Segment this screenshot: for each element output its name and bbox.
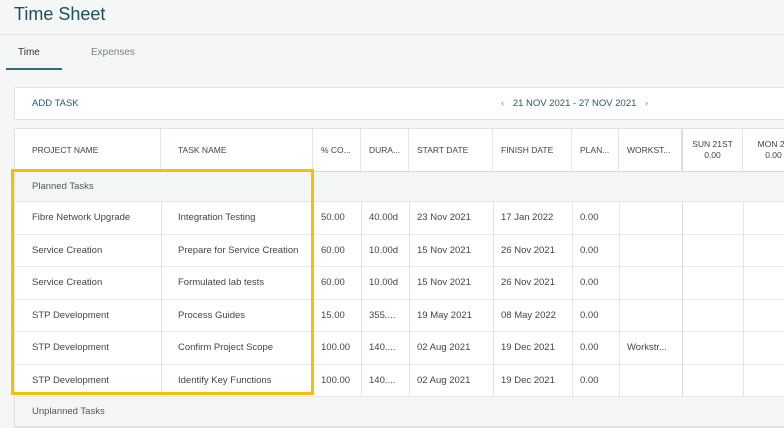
cell-duration: 40.00d: [369, 212, 399, 224]
table-row[interactable]: STP Development Identify Key Functions 1…: [15, 365, 784, 397]
cell-workstream: [619, 365, 627, 397]
cell-finish: 19 Dec 2021: [501, 342, 555, 354]
tab-bar: Time Expenses: [0, 34, 784, 70]
active-tab-indicator: [6, 68, 62, 70]
cell-finish: 08 May 2022: [501, 309, 556, 321]
column-divider: [493, 202, 494, 397]
cell-task: Integration Testing: [178, 212, 256, 224]
cell-project: STP Development: [32, 374, 109, 386]
page-title: Time Sheet: [14, 4, 106, 24]
toolbar: ADD TASK ‹ 21 NOV 2021 - 27 NOV 2021 ›: [14, 87, 784, 120]
cell-duration: 355....: [369, 309, 396, 321]
group-row-planned[interactable]: Planned Tasks: [15, 172, 784, 202]
cell-percent: 60.00: [321, 244, 345, 256]
monday-total: 0.00: [765, 150, 782, 160]
monday-label: MON 22: [757, 139, 784, 149]
cell-workstream: [619, 235, 627, 267]
cell-duration: 140....: [369, 342, 396, 354]
cell-duration: 140....: [369, 374, 396, 386]
cell-start: 02 Aug 2021: [417, 374, 471, 386]
cell-start: 15 Nov 2021: [417, 244, 471, 256]
column-divider: [313, 202, 314, 397]
column-header-start-date[interactable]: START DATE: [409, 129, 493, 171]
column-divider: [682, 202, 683, 397]
cell-planned: 0.00: [580, 342, 599, 354]
column-divider: [619, 202, 620, 397]
cell-finish: 19 Dec 2021: [501, 374, 555, 386]
cell-percent: 15.00: [321, 309, 345, 321]
cell-project: Service Creation: [32, 244, 103, 256]
cell-project: Service Creation: [32, 277, 103, 289]
column-header-percent-complete[interactable]: % CO...: [313, 129, 361, 171]
column-header-sunday[interactable]: SUN 21ST 0.00: [682, 129, 743, 171]
date-range-label[interactable]: 21 NOV 2021 - 27 NOV 2021: [513, 98, 637, 109]
chevron-left-icon[interactable]: ‹: [495, 98, 510, 109]
cell-task: Process Guides: [178, 309, 246, 321]
tab-time[interactable]: Time: [18, 35, 40, 70]
table-row[interactable]: STP Development Confirm Project Scope 10…: [15, 332, 784, 365]
column-divider: [409, 202, 410, 397]
table-row[interactable]: Service Creation Prepare for Service Cre…: [15, 235, 784, 267]
timesheet-grid: PROJECT NAME TASK NAME % CO... DURA... S…: [14, 128, 784, 428]
chevron-right-icon[interactable]: ›: [639, 98, 654, 109]
cell-start: 19 May 2021: [417, 309, 472, 321]
cell-finish: 26 Nov 2021: [501, 244, 555, 256]
cell-workstream: [619, 267, 627, 299]
cell-finish: 17 Jan 2022: [501, 212, 554, 224]
sunday-label: SUN 21ST: [692, 139, 733, 149]
cell-workstream: [619, 300, 627, 332]
cell-project: Fibre Network Upgrade: [32, 212, 131, 224]
date-navigator: ‹ 21 NOV 2021 - 27 NOV 2021 ›: [495, 88, 654, 119]
tab-expenses[interactable]: Expenses: [91, 35, 135, 70]
add-task-button[interactable]: ADD TASK: [32, 88, 79, 119]
column-divider: [161, 202, 162, 397]
cell-start: 15 Nov 2021: [417, 277, 471, 289]
cell-planned: 0.00: [580, 277, 599, 289]
cell-planned: 0.00: [580, 212, 599, 224]
cell-start: 02 Aug 2021: [417, 342, 471, 354]
cell-task: Identify Key Functions: [178, 374, 272, 386]
cell-planned: 0.00: [580, 244, 599, 256]
cell-planned: 0.00: [580, 374, 599, 386]
column-divider: [361, 202, 362, 397]
cell-finish: 26 Nov 2021: [501, 277, 555, 289]
column-header-duration[interactable]: DURA...: [361, 129, 409, 171]
cell-task: Prepare for Service Creation: [178, 244, 299, 256]
column-header-monday[interactable]: MON 22 0.00: [743, 129, 784, 171]
cell-percent: 60.00: [321, 277, 345, 289]
cell-duration: 10.00d: [369, 277, 399, 289]
cell-workstream: [619, 202, 627, 234]
column-header-project[interactable]: PROJECT NAME: [15, 129, 161, 171]
cell-task: Confirm Project Scope: [178, 342, 274, 354]
table-row[interactable]: STP Development Process Guides 15.00 355…: [15, 300, 784, 332]
cell-planned: 0.00: [580, 309, 599, 321]
cell-percent: 100.00: [321, 342, 351, 354]
cell-project: STP Development: [32, 342, 109, 354]
cell-percent: 50.00: [321, 212, 345, 224]
column-divider: [743, 202, 744, 397]
column-header-workstream[interactable]: WORKST...: [619, 129, 682, 171]
cell-duration: 10.00d: [369, 244, 399, 256]
cell-project: STP Development: [32, 309, 109, 321]
column-divider: [572, 202, 573, 397]
cell-task: Formulated lab tests: [178, 277, 265, 289]
table-row[interactable]: Service Creation Formulated lab tests 60…: [15, 267, 784, 300]
column-header-finish-date[interactable]: FINISH DATE: [493, 129, 572, 171]
cell-percent: 100.00: [321, 374, 351, 386]
table-row[interactable]: Fibre Network Upgrade Integration Testin…: [15, 202, 784, 235]
sunday-total: 0.00: [704, 150, 721, 160]
column-header-planned[interactable]: PLAN...: [572, 129, 619, 171]
cell-workstream: Workstr...: [627, 342, 667, 354]
cell-start: 23 Nov 2021: [417, 212, 471, 224]
column-header-task[interactable]: TASK NAME: [161, 129, 313, 171]
